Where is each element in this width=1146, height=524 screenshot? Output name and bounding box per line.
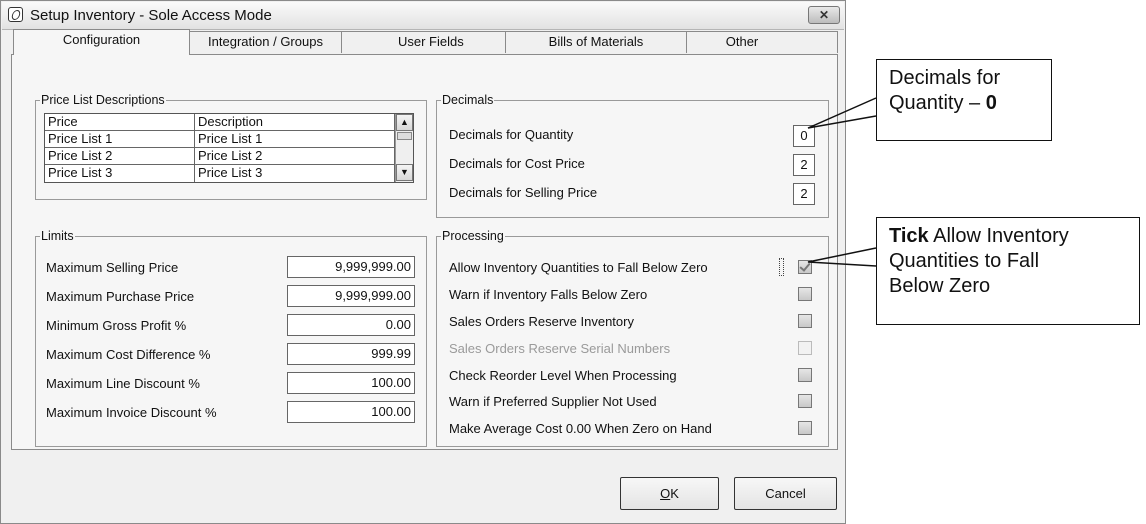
callout-line: Tick Allow Inventory [889, 224, 1127, 249]
callout-line: Below Zero [889, 275, 991, 297]
tab-label: Configuration [62, 32, 141, 47]
decimals-callout-pointer [807, 97, 877, 129]
callout-bold-text: 0 [985, 92, 997, 114]
callout-line: Quantities to Fall [889, 250, 1040, 272]
tick-callout: Tick Allow Inventory Quantities to Fall … [876, 217, 1140, 325]
callout-bold-text: Tick [889, 225, 929, 247]
tick-callout-pointer [807, 247, 877, 267]
callout-text: Allow Inventory [928, 225, 1069, 247]
callout-line: Decimals for [889, 67, 1001, 89]
decimals-callout: Decimals for Quantity – 0 [876, 59, 1052, 141]
callout-line: Quantity – 0 [889, 91, 1039, 116]
tab-configuration[interactable]: Configuration [13, 29, 190, 55]
callout-text: Quantity – [889, 92, 986, 114]
